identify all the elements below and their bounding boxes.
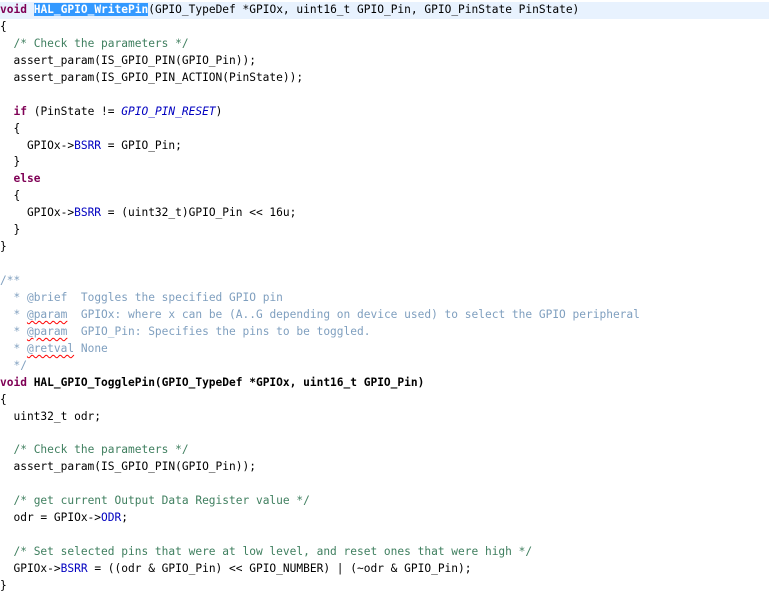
comment: /* Check the parameters */: [13, 443, 189, 457]
code-line[interactable]: assert_param(IS_GPIO_PIN(GPIO_Pin));: [0, 459, 769, 476]
doc-tag: @param: [26, 324, 68, 338]
code-line[interactable]: else: [0, 171, 769, 188]
comment: /* Check the parameters */: [13, 36, 189, 50]
code-line[interactable]: [0, 256, 769, 273]
code-line[interactable]: GPIOx->BSRR = (uint32_t)GPIO_Pin << 16u;: [0, 205, 769, 222]
struct-field: BSRR: [74, 138, 102, 152]
code-editor[interactable]: void HAL_GPIO_WritePin(GPIO_TypeDef *GPI…: [0, 0, 769, 607]
code-line[interactable]: uint32_t odr;: [0, 409, 769, 426]
code-line[interactable]: assert_param(IS_GPIO_PIN_ACTION(PinState…: [0, 70, 769, 87]
doc-tag: @retval: [26, 341, 75, 355]
code-line[interactable]: [0, 425, 769, 442]
struct-field: ODR: [101, 511, 122, 525]
doc-tag: @brief: [26, 290, 68, 304]
code-line[interactable]: * @param GPIOx: where x can be (A..G dep…: [0, 307, 769, 324]
code-line[interactable]: odr = GPIOx->ODR;: [0, 510, 769, 527]
keyword: else: [13, 172, 41, 186]
macro-constant: GPIO_PIN_RESET: [121, 104, 216, 118]
code-line[interactable]: [0, 527, 769, 544]
code-line[interactable]: /**: [0, 273, 769, 290]
struct-field: BSRR: [60, 561, 88, 575]
code-line[interactable]: }: [0, 154, 769, 171]
code-line[interactable]: * @brief Toggles the specified GPIO pin: [0, 290, 769, 307]
keyword: void: [0, 3, 27, 16]
doc-comment: /**: [0, 274, 21, 287]
keyword: void: [0, 375, 27, 389]
code-line[interactable]: /* Check the parameters */: [0, 36, 769, 53]
code-line[interactable]: * @param GPIO_Pin: Specifies the pins to…: [0, 324, 769, 341]
code-line[interactable]: [0, 476, 769, 493]
struct-field: BSRR: [74, 206, 102, 220]
code-line[interactable]: */: [0, 358, 769, 375]
code-line[interactable]: {: [0, 121, 769, 138]
code-line[interactable]: }: [0, 578, 769, 595]
keyword: if: [13, 104, 27, 118]
code-line[interactable]: assert_param(IS_GPIO_PIN(GPIO_Pin));: [0, 53, 769, 70]
selected-function-name[interactable]: HAL_GPIO_WritePin: [33, 3, 149, 16]
code-line[interactable]: * @retval None: [0, 341, 769, 358]
code-line[interactable]: [0, 87, 769, 104]
code-line[interactable]: /* Check the parameters */: [0, 442, 769, 459]
code-line[interactable]: {: [0, 188, 769, 205]
code-line[interactable]: }: [0, 239, 769, 256]
code-line[interactable]: }: [0, 222, 769, 239]
code-line[interactable]: {: [0, 392, 769, 409]
code-line[interactable]: /* get current Output Data Register valu…: [0, 493, 769, 510]
code-line[interactable]: {: [0, 19, 769, 36]
code-line[interactable]: void HAL_GPIO_TogglePin(GPIO_TypeDef *GP…: [0, 375, 769, 392]
comment: /* get current Output Data Register valu…: [13, 494, 310, 508]
doc-tag: @param: [26, 307, 68, 321]
code-line[interactable]: GPIOx->BSRR = ((odr & GPIO_Pin) << GPIO_…: [0, 561, 769, 578]
comment: /* Set selected pins that were at low le…: [13, 545, 533, 558]
code-line[interactable]: if (PinState != GPIO_PIN_RESET): [0, 104, 769, 121]
code-line[interactable]: void HAL_GPIO_WritePin(GPIO_TypeDef *GPI…: [0, 2, 769, 19]
function-signature: HAL_GPIO_TogglePin(GPIO_TypeDef *GPIOx, …: [26, 375, 425, 389]
code-line[interactable]: /* Set selected pins that were at low le…: [0, 544, 769, 561]
code-line[interactable]: GPIOx->BSRR = GPIO_Pin;: [0, 138, 769, 155]
